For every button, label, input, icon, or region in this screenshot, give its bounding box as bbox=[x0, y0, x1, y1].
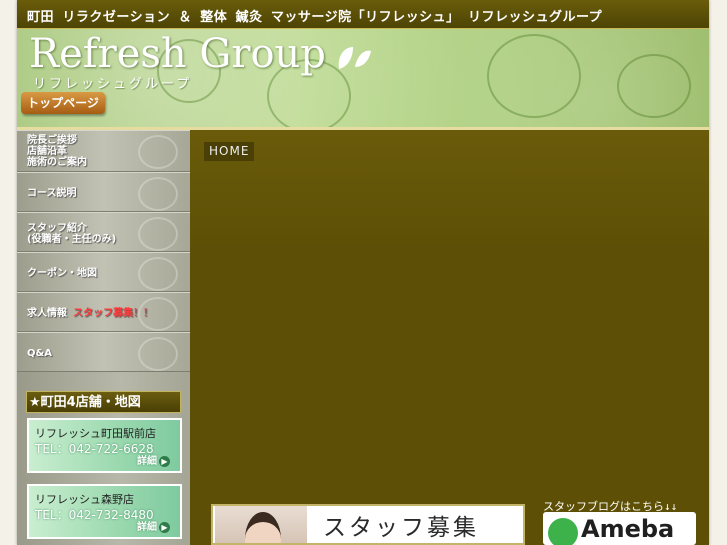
breadcrumb-home[interactable]: HOME bbox=[204, 142, 255, 161]
logo-kana-subtitle: リフレッシュグループ bbox=[33, 77, 193, 92]
staff-recruit-banner[interactable]: スタッフ募集 bbox=[211, 504, 525, 545]
store-tel: TEL：042-722-6628 bbox=[35, 442, 154, 456]
store-card-machida-ekimae[interactable]: リフレッシュ町田駅前店 TEL：042-722-6628 詳細 ▶ bbox=[27, 418, 182, 473]
nav-label: コース説明 bbox=[27, 188, 77, 199]
recruit-banner-title: スタッフ募集 bbox=[323, 515, 479, 541]
header-banner: Refresh Group リフレッシュグループ トップページ bbox=[17, 29, 709, 133]
nav-label: 店舗沿革 bbox=[27, 146, 67, 157]
nav-qa[interactable]: Q&A bbox=[17, 332, 190, 372]
nav-label: Q&A bbox=[27, 348, 52, 359]
staff-photo bbox=[215, 506, 307, 543]
sidebar: 院長ご挨拶 店舗沿革 施術のご案内 コース説明 スタッフ紹介 (役職者・主任のみ… bbox=[17, 130, 190, 545]
banner-swirl-ornament bbox=[617, 54, 691, 118]
nav-greeting-history-treatment[interactable]: 院長ご挨拶 店舗沿革 施術のご案内 bbox=[17, 130, 190, 172]
logo-title: Refresh Group bbox=[29, 31, 326, 77]
ameba-mascot-icon bbox=[548, 518, 578, 545]
store-name: リフレッシュ町田駅前店 bbox=[35, 427, 156, 440]
store-detail-link[interactable]: 詳細 ▶ bbox=[137, 518, 170, 533]
ameba-blog-link[interactable]: Ameba bbox=[543, 512, 696, 545]
nav-job-info[interactable]: 求人情報 スタッフ募集！！ bbox=[17, 292, 190, 332]
banner-swirl-ornament bbox=[487, 34, 581, 118]
nav-label: 求人情報 スタッフ募集！！ bbox=[17, 308, 190, 319]
nav-label: 院長ご挨拶 bbox=[27, 135, 77, 146]
arrow-right-icon: ▶ bbox=[159, 455, 170, 467]
store-card-morino[interactable]: リフレッシュ森野店 TEL：042-732-8480 詳細 ▶ bbox=[27, 484, 182, 539]
nav-label: スタッフ紹介 bbox=[27, 223, 87, 234]
store-detail-label: 詳細 bbox=[137, 522, 157, 533]
top-tagline-bar: 町田 リラクゼーション ＆ 整体 鍼灸 マッサージ院「リフレッシュ」 リフレッシ… bbox=[17, 0, 709, 29]
nav-staff-wanted-highlight: スタッフ募集！！ bbox=[73, 308, 153, 319]
store-name: リフレッシュ森野店 bbox=[35, 493, 134, 506]
arrow-right-icon: ▶ bbox=[159, 521, 170, 533]
leaf-icon bbox=[338, 47, 371, 69]
nav-label: 施術のご案内 bbox=[27, 157, 87, 168]
nav-label: クーポン・地図 bbox=[27, 268, 97, 279]
nav-coupon-map[interactable]: クーポン・地図 bbox=[17, 252, 190, 292]
main-content: HOME スタッフ募集 スタッフブログはこちら↓↓ Ameba bbox=[190, 130, 709, 545]
store-detail-label: 詳細 bbox=[137, 456, 157, 467]
ameba-logo-text: Ameba bbox=[581, 515, 675, 543]
site-tagline: 町田 リラクゼーション ＆ 整体 鍼灸 マッサージ院「リフレッシュ」 リフレッシ… bbox=[27, 10, 603, 25]
store-detail-link[interactable]: 詳細 ▶ bbox=[137, 452, 170, 467]
page-frame: 町田 リラクゼーション ＆ 整体 鍼灸 マッサージ院「リフレッシュ」 リフレッシ… bbox=[17, 0, 709, 545]
staff-face-image bbox=[245, 512, 281, 543]
nav-course-description[interactable]: コース説明 bbox=[17, 172, 190, 212]
store-tel: TEL：042-732-8480 bbox=[35, 508, 154, 522]
nav-job-info-label: 求人情報 bbox=[27, 308, 67, 319]
top-page-button[interactable]: トップページ bbox=[21, 92, 105, 114]
nav-staff-introduction[interactable]: スタッフ紹介 (役職者・主任のみ) bbox=[17, 212, 190, 252]
nav-label: (役職者・主任のみ) bbox=[27, 234, 117, 245]
store-map-header: ★町田4店舗・地図 bbox=[26, 391, 181, 413]
